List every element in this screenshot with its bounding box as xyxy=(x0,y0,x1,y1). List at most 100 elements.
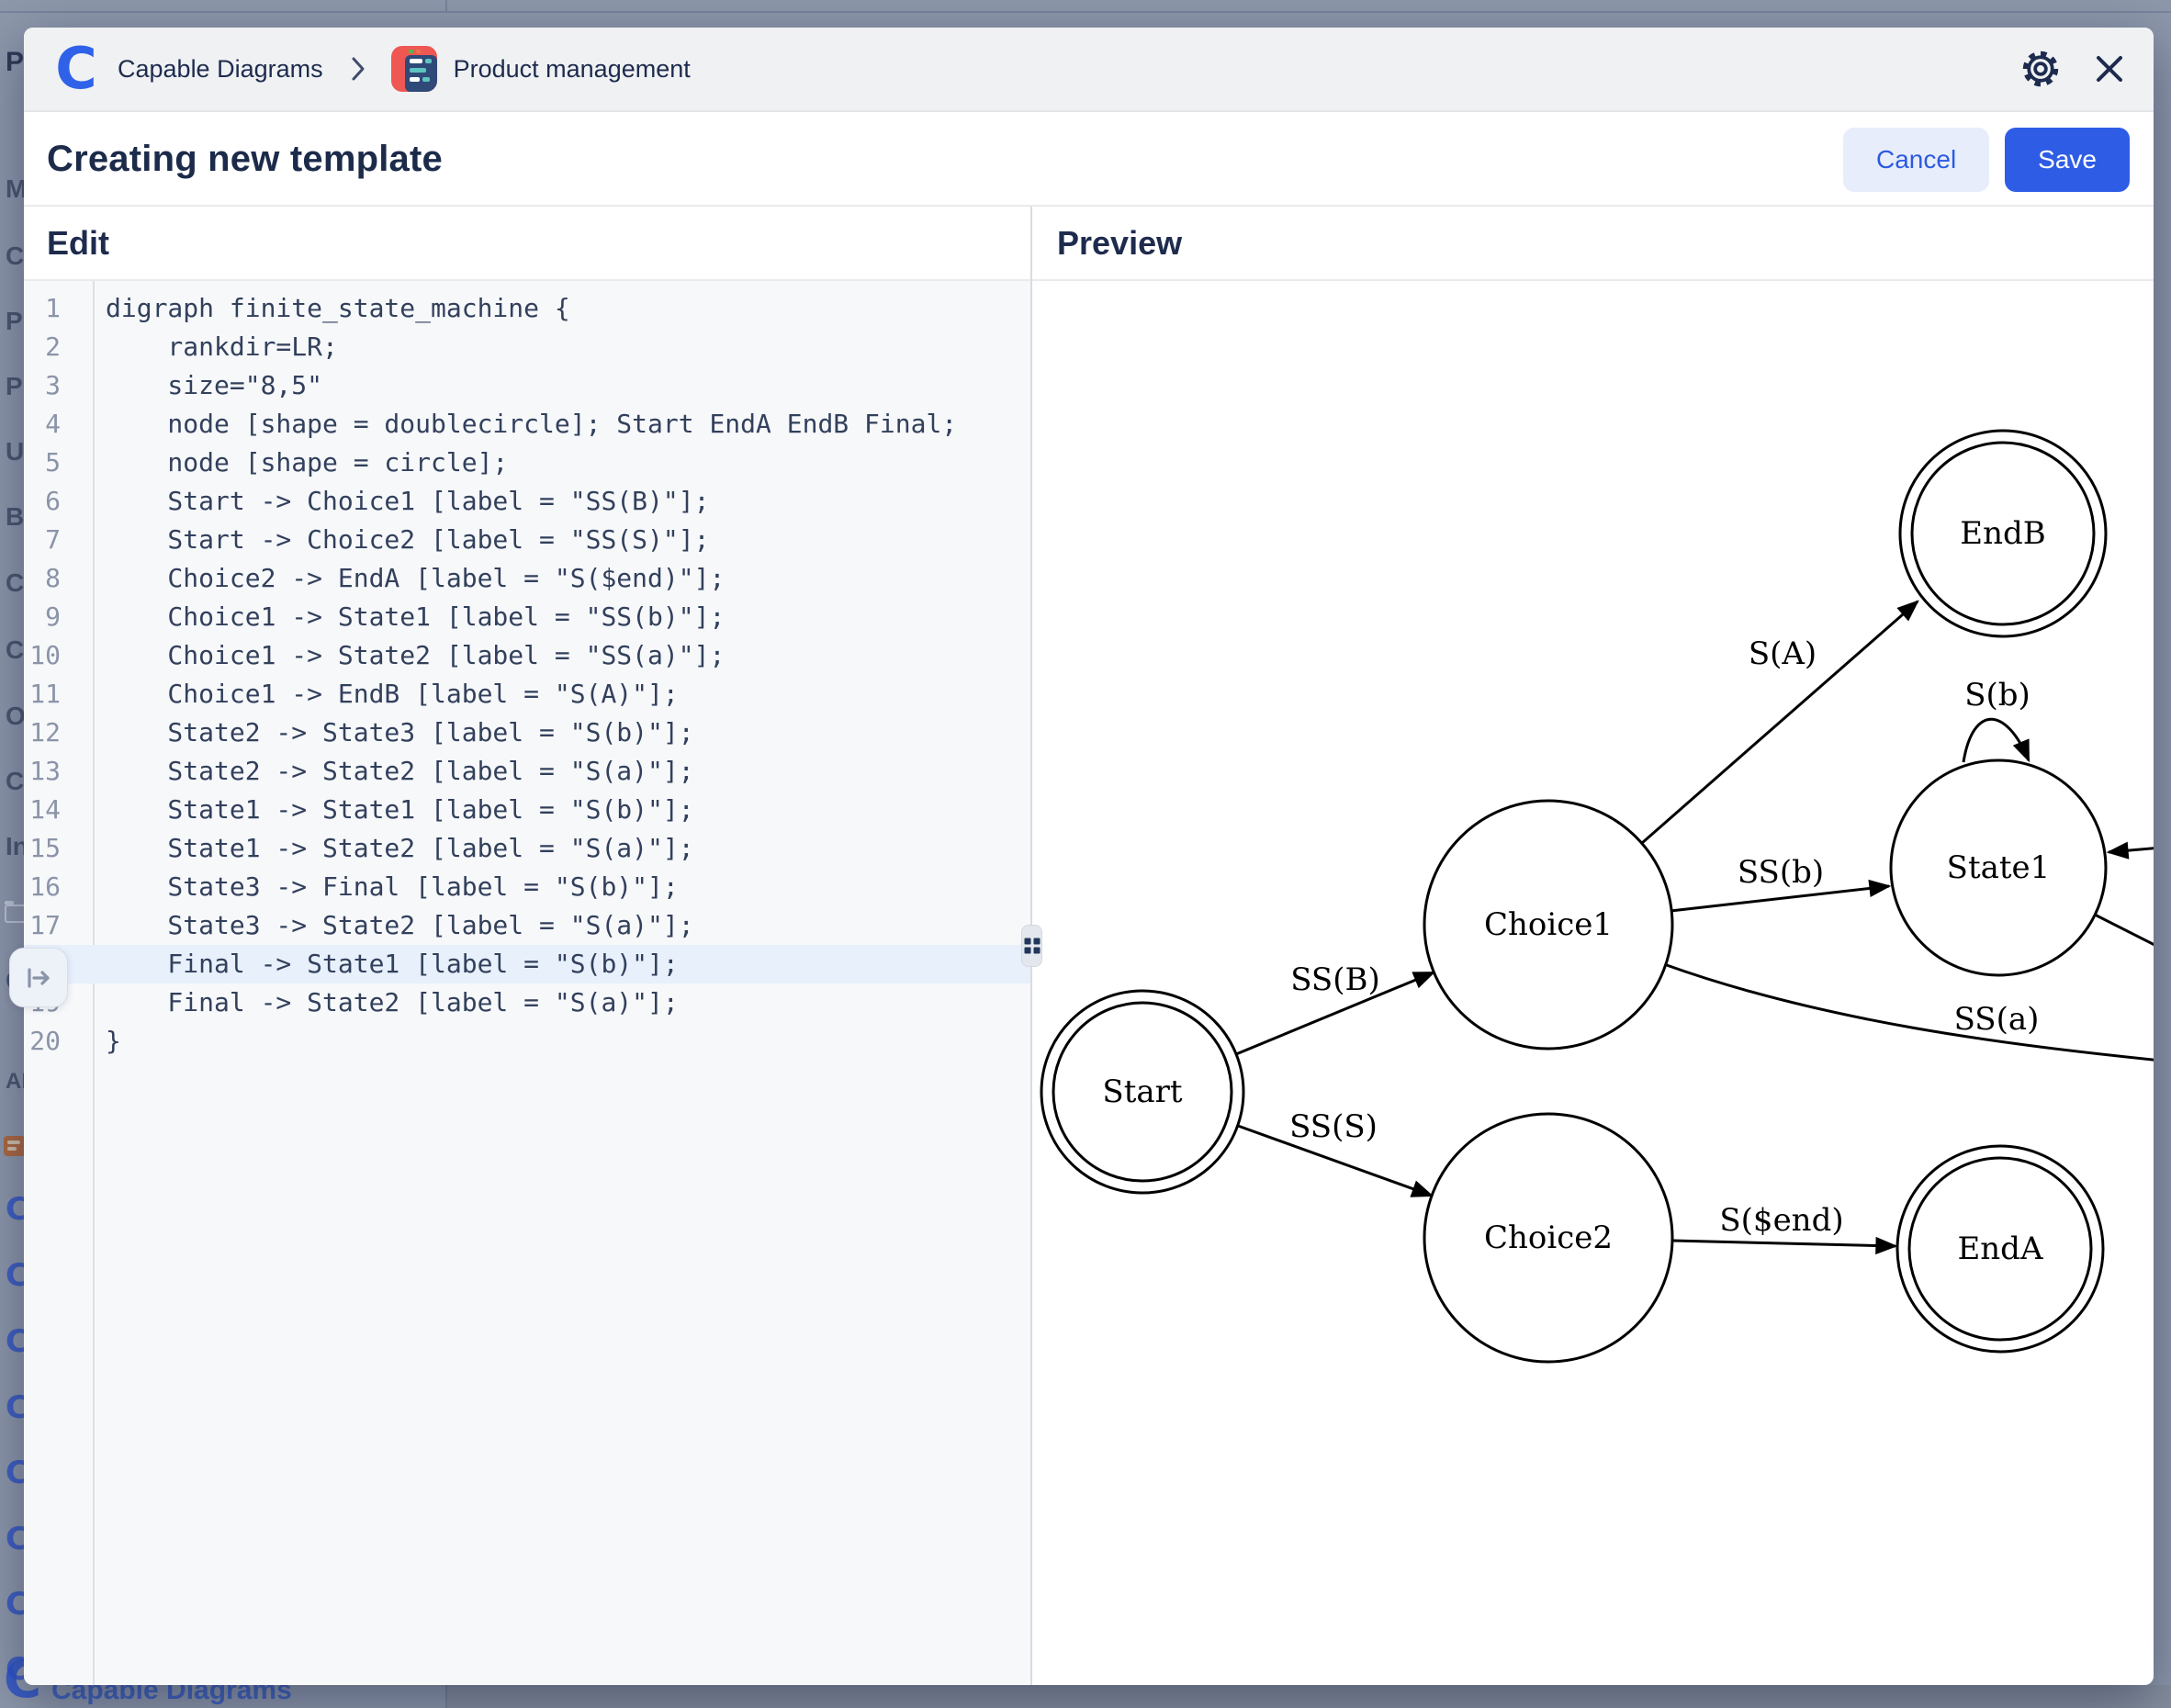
sidebar-item-fragment: O xyxy=(6,702,24,731)
indent-line-button[interactable] xyxy=(9,948,68,1007)
page-title: Creating new template xyxy=(47,139,443,180)
line-source: Choice1 -> State2 [label = "SS(a)"]; xyxy=(83,636,725,675)
line-source: State2 -> State2 [label = "S(a)"]; xyxy=(83,752,694,791)
code-line[interactable]: 19 Final -> State2 [label = "S(a)"]; xyxy=(24,983,1031,1022)
line-number: 7 xyxy=(24,521,83,559)
line-number: 5 xyxy=(24,444,83,482)
code-line[interactable]: 8 Choice2 -> EndA [label = "S($end)"]; xyxy=(24,559,1031,598)
edge-Choice1-State2 xyxy=(1664,964,2154,1061)
capable-diagrams-logo-icon: C xyxy=(6,1257,24,1294)
line-source: rankdir=LR; xyxy=(83,328,338,366)
code-line[interactable]: 7 Start -> Choice2 [label = "SS(S)"]; xyxy=(24,521,1031,559)
background-bottom-panel xyxy=(447,1685,2171,1708)
breadcrumb-app[interactable]: Capable Diagrams xyxy=(118,55,323,84)
capable-diagrams-logo-icon: C xyxy=(6,1323,24,1360)
code-line[interactable]: 6 Start -> Choice1 [label = "SS(B)"]; xyxy=(24,482,1031,521)
dialog-title-row: Creating new template Cancel Save xyxy=(24,114,2154,207)
node-label-Start: Start xyxy=(1102,1073,1182,1110)
edge-label-Choice1-State1: SS(b) xyxy=(1738,854,1824,891)
sidebar-item-fragment: Cl xyxy=(6,242,24,271)
code-line[interactable]: 10 Choice1 -> State2 [label = "SS(a)"]; xyxy=(24,636,1031,675)
sidebar-item-fragment: Pr xyxy=(6,307,24,336)
background-top-divider xyxy=(0,11,2171,13)
line-number: 16 xyxy=(24,868,83,906)
line-source: node [shape = circle]; xyxy=(83,444,508,482)
code-lines: 1digraph finite_state_machine {2 rankdir… xyxy=(24,289,1031,1061)
product-management-icon xyxy=(391,46,437,92)
line-source: State3 -> State2 [label = "S(a)"]; xyxy=(83,906,694,945)
sidebar-item-fragment: Pr xyxy=(6,47,24,78)
line-source: Final -> State1 [label = "S(b)"]; xyxy=(83,945,679,983)
line-source: State3 -> Final [label = "S(b)"]; xyxy=(83,868,679,906)
line-source: node [shape = doublecircle]; Start EndA … xyxy=(83,405,957,444)
line-source: Start -> Choice2 [label = "SS(S)"]; xyxy=(83,521,709,559)
line-source: Choice1 -> State1 [label = "SS(b)"]; xyxy=(83,598,725,636)
code-line[interactable]: 20} xyxy=(24,1022,1031,1061)
line-number: 17 xyxy=(24,906,83,945)
node-label-Choice1: Choice1 xyxy=(1484,906,1613,943)
diagram-preview-canvas: SS(B)SS(S)S(A)SS(b)S(b)SS(a)S($end)Start… xyxy=(1032,281,2154,1685)
line-source: digraph finite_state_machine { xyxy=(83,289,570,328)
node-label-State1: State1 xyxy=(1947,849,2051,886)
sidebar-item-fragment: In xyxy=(6,832,24,861)
settings-button[interactable] xyxy=(2019,48,2062,90)
line-source: State2 -> State3 [label = "S(b)"]; xyxy=(83,714,694,752)
capable-diagrams-logo-icon: C xyxy=(6,1521,24,1557)
cancel-button[interactable]: Cancel xyxy=(1843,128,1989,192)
edge-label-Choice1-EndB: S(A) xyxy=(1749,635,1817,672)
sidebar-item-fragment: AP xyxy=(6,1069,24,1095)
line-number: 14 xyxy=(24,791,83,829)
dot-source-editor[interactable]: 1digraph finite_state_machine {2 rankdir… xyxy=(24,281,1031,1685)
code-line[interactable]: 17 State3 -> State2 [label = "S(a)"]; xyxy=(24,906,1031,945)
app-icon xyxy=(4,1136,24,1156)
code-line[interactable]: 4 node [shape = doublecircle]; Start End… xyxy=(24,405,1031,444)
folder-icon xyxy=(5,905,24,923)
code-line[interactable]: 14 State1 -> State1 [label = "S(b)"]; xyxy=(24,791,1031,829)
pane-resize-handle[interactable] xyxy=(1021,925,1042,967)
sidebar-item-fragment: M xyxy=(6,174,24,204)
gear-icon xyxy=(2019,48,2062,90)
edge-Choice2-EndA xyxy=(1672,1241,1895,1246)
edit-pane-header: Edit xyxy=(24,207,1031,279)
code-line[interactable]: 16 State3 -> Final [label = "S(b)"]; xyxy=(24,868,1031,906)
finite-state-machine-diagram: SS(B)SS(S)S(A)SS(b)S(b)SS(a)S($end)Start… xyxy=(1032,281,2154,1685)
line-source: State1 -> State2 [label = "S(a)"]; xyxy=(83,829,694,868)
template-editor-dialog: C Capable Diagrams Product management xyxy=(24,28,2154,1685)
line-number: 8 xyxy=(24,559,83,598)
background-sidebar: PrMClPrPrUlByCaCaOClInCrAPCCCCCCCC xyxy=(0,0,24,1708)
line-number: 11 xyxy=(24,675,83,714)
code-line[interactable]: 18 Final -> State1 [label = "S(b)"]; xyxy=(24,945,1031,983)
close-button[interactable] xyxy=(2093,52,2126,85)
edge-label-Start-Choice2: SS(S) xyxy=(1289,1108,1378,1145)
code-line[interactable]: 2 rankdir=LR; xyxy=(24,328,1031,366)
background-sidebar-divider-top xyxy=(445,0,447,13)
code-line[interactable]: 3 size="8,5" xyxy=(24,366,1031,405)
line-source: } xyxy=(83,1022,121,1061)
drag-dots-icon xyxy=(1024,938,1040,954)
close-icon xyxy=(2093,52,2126,85)
line-number: 2 xyxy=(24,328,83,366)
sidebar-item-fragment: Pr xyxy=(6,372,24,401)
line-source: Choice2 -> EndA [label = "S($end)"]; xyxy=(83,559,725,598)
dialog-header: C Capable Diagrams Product management xyxy=(24,28,2154,112)
line-source: State1 -> State1 [label = "S(b)"]; xyxy=(83,791,694,829)
node-label-EndA: EndA xyxy=(1957,1230,2042,1267)
capable-diagrams-logo-icon: C xyxy=(6,1455,24,1491)
save-button[interactable]: Save xyxy=(2005,128,2130,192)
code-line[interactable]: 9 Choice1 -> State1 [label = "SS(b)"]; xyxy=(24,598,1031,636)
code-line[interactable]: 11 Choice1 -> EndB [label = "S(A)"]; xyxy=(24,675,1031,714)
sidebar-item-fragment: Ul xyxy=(6,437,24,466)
edge-label-Start-Choice1: SS(B) xyxy=(1290,961,1380,998)
code-line[interactable]: 12 State2 -> State3 [label = "S(b)"]; xyxy=(24,714,1031,752)
pane-headers: Edit Preview xyxy=(24,207,2154,281)
code-line[interactable]: 15 State1 -> State2 [label = "S(a)"]; xyxy=(24,829,1031,868)
code-line[interactable]: 5 node [shape = circle]; xyxy=(24,444,1031,482)
line-number: 12 xyxy=(24,714,83,752)
code-line[interactable]: 1digraph finite_state_machine { xyxy=(24,289,1031,328)
line-number: 1 xyxy=(24,289,83,328)
breadcrumb-page[interactable]: Product management xyxy=(454,55,691,84)
edge-label-State1-self-loop: S(b) xyxy=(1964,677,2030,714)
capable-diagrams-logo-icon: C xyxy=(6,1191,24,1228)
line-source: Final -> State2 [label = "S(a)"]; xyxy=(83,983,679,1022)
code-line[interactable]: 13 State2 -> State2 [label = "S(a)"]; xyxy=(24,752,1031,791)
